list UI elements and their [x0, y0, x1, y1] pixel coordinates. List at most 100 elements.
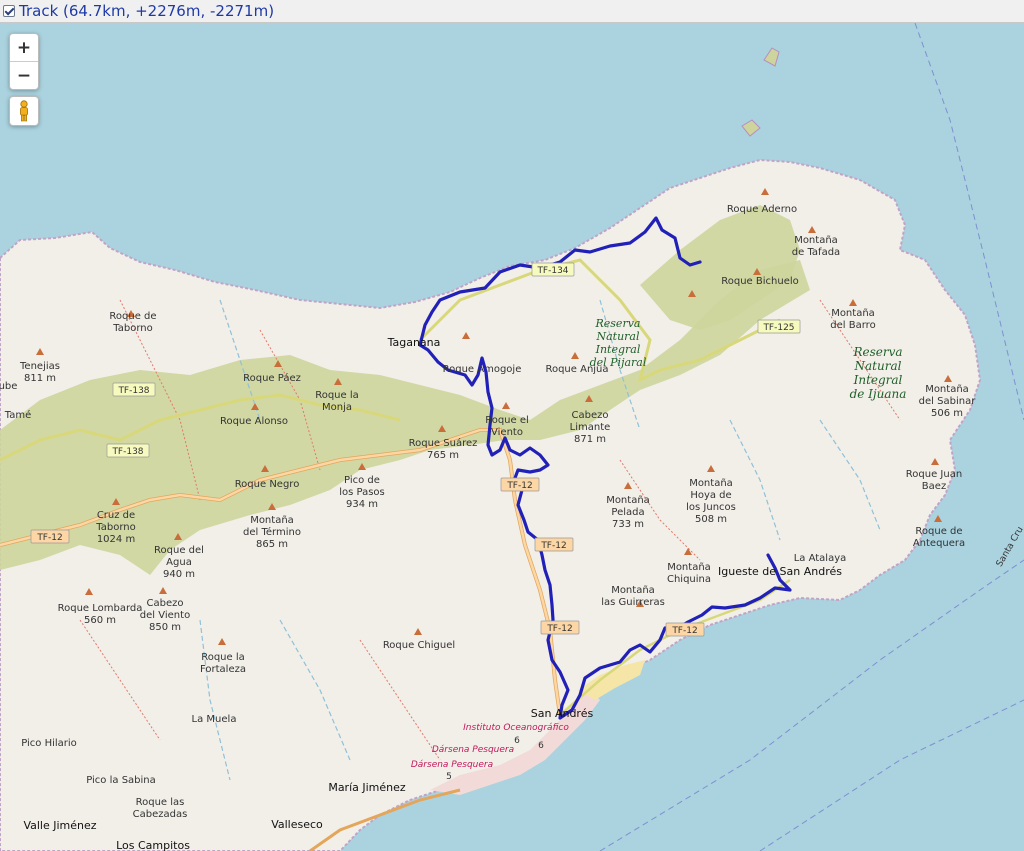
- shield-tf12-d: TF-12: [546, 624, 572, 634]
- label-roque-juan-baez-1: Roque Juan: [906, 469, 962, 480]
- shield-tf12-a: TF-12: [36, 533, 62, 543]
- label-roque-aderno: Roque Aderno: [727, 204, 797, 215]
- label-cruz-taborno-3: 1024 m: [97, 534, 135, 545]
- zoom-out-button[interactable]: −: [10, 61, 38, 89]
- label-montana-termino-2: del Término: [243, 526, 301, 538]
- label-montana-pelada-1: Montaña: [606, 495, 650, 506]
- label-roque-antequera-1: Roque de: [915, 526, 962, 537]
- label-montana-termino-3: 865 m: [256, 539, 288, 550]
- label-roque-viento-2: Viento: [491, 427, 523, 438]
- label-tenejias-1: Tenejias: [19, 361, 60, 372]
- label-la-muela: La Muela: [192, 714, 237, 725]
- label-montana-pelada-3: 733 m: [612, 519, 644, 530]
- label-roque-amogoje: Roque Amogoje: [443, 364, 522, 375]
- label-pico-hilario: Pico Hilario: [21, 738, 77, 749]
- shield-tf12-e: TF-12: [671, 626, 697, 636]
- label-pijaral-2: Natural: [595, 330, 640, 343]
- label-san-andres: San Andrés: [531, 707, 594, 720]
- label-tenejias-2: 811 m: [24, 373, 56, 384]
- shield-tf134: TF-134: [536, 266, 568, 276]
- label-roque-cabezadas-1: Roque las: [136, 797, 185, 808]
- label-montana-sabinar-3: 506 m: [931, 408, 963, 419]
- label-pico-sabina: Pico la Sabina: [86, 775, 156, 786]
- label-cruz-taborno-1: Cruz de: [97, 510, 135, 521]
- label-roque-fortaleza-1: Roque la: [201, 652, 245, 663]
- track-layer-bar: Track (64.7km, +2276m, -2271m): [0, 0, 1024, 23]
- label-montana-sabinar-1: Montaña: [925, 384, 969, 395]
- label-roque-monja-1: Roque la: [315, 390, 359, 401]
- label-roque-cabezadas-2: Cabezadas: [133, 809, 188, 820]
- label-roque-fortaleza-2: Fortaleza: [200, 664, 246, 675]
- zoom-control: + −: [9, 33, 39, 90]
- label-pijaral-4: del Pijaral: [590, 356, 647, 369]
- street-view-button[interactable]: [9, 96, 39, 126]
- label-la-atalaya: La Atalaya: [794, 553, 847, 564]
- label-roque-lombarda-1: Roque Lombarda: [58, 603, 143, 614]
- label-montana-tafada-1: Montaña: [794, 235, 838, 246]
- label-darsena-1: Dársena Pesquera: [432, 745, 514, 755]
- label-montana-barro-1: Montaña: [831, 308, 875, 319]
- label-cube: ube: [0, 381, 17, 392]
- label-roque-suarez-2: 765 m: [427, 450, 459, 461]
- label-roque-negro: Roque Negro: [235, 479, 300, 490]
- map-canvas: Roque Aderno Montaña de Tafada Roque Bic…: [0, 23, 1024, 851]
- label-valleseco: Valleseco: [271, 818, 323, 831]
- label-roque-alonso: Roque Alonso: [220, 416, 288, 427]
- label-maria-jimenez: María Jiménez: [328, 781, 406, 794]
- pegman-icon: [20, 100, 28, 122]
- label-montana-chiquina-1: Montaña: [667, 562, 711, 573]
- label-ijuana-3: Integral: [853, 373, 903, 387]
- label-pijaral-3: Integral: [595, 343, 641, 356]
- label-taganana: Taganana: [387, 336, 441, 349]
- label-cabezo-limante-3: 871 m: [574, 434, 606, 445]
- label-tame: Tamé: [4, 409, 31, 421]
- label-cruz-taborno-2: Taborno: [95, 522, 135, 533]
- label-montana-hoya-3: los Juncos: [686, 502, 736, 513]
- label-montana-pelada-2: Pelada: [611, 507, 644, 518]
- label-cabezo-limante-2: Limante: [570, 422, 611, 433]
- label-roque-agua-3: 940 m: [163, 569, 195, 580]
- shield-tf138-b: TF-138: [111, 447, 143, 457]
- label-port-6b: 6: [538, 741, 544, 751]
- label-port-6a: 6: [514, 736, 520, 746]
- label-montana-termino-1: Montaña: [250, 515, 294, 526]
- label-cabezo-viento-2: del Viento: [140, 610, 190, 621]
- zoom-in-button[interactable]: +: [10, 34, 38, 61]
- label-montana-guirreras-1: Montaña: [611, 585, 655, 596]
- label-igueste: Igueste de San Andrés: [718, 565, 842, 578]
- label-port-5: 5: [446, 772, 452, 782]
- label-cabezo-viento-1: Cabezo: [147, 598, 184, 609]
- track-title: Track (64.7km, +2276m, -2271m): [19, 2, 275, 20]
- label-roque-juan-baez-2: Baez: [922, 481, 946, 492]
- label-montana-guirreras-2: las Guirreras: [601, 597, 665, 608]
- label-roque-antequera-2: Antequera: [913, 538, 965, 549]
- label-pijaral-1: Reserva: [595, 317, 641, 330]
- label-roque-taborno-2: Taborno: [112, 323, 152, 334]
- label-roque-bichuelo: Roque Bichuelo: [721, 276, 799, 287]
- shield-tf12-c: TF-12: [540, 541, 566, 551]
- shield-tf125: TF-125: [762, 323, 794, 333]
- label-roque-lombarda-2: 560 m: [84, 615, 116, 626]
- label-roque-agua-2: Agua: [166, 557, 192, 568]
- label-pico-pasos-3: 934 m: [346, 499, 378, 510]
- label-roque-monja-2: Monja: [322, 402, 352, 413]
- label-ijuana-2: Natural: [854, 359, 902, 373]
- label-instituto: Instituto Oceanográfico: [463, 723, 569, 733]
- shield-tf138-a: TF-138: [117, 386, 149, 396]
- label-montana-tafada-2: de Tafada: [792, 247, 840, 258]
- label-pico-pasos-1: Pico de: [344, 475, 380, 486]
- label-cabezo-limante-1: Cabezo: [572, 410, 609, 421]
- label-montana-hoya-1: Montaña: [689, 478, 733, 489]
- map-view[interactable]: Roque Aderno Montaña de Tafada Roque Bic…: [0, 23, 1024, 851]
- label-roque-viento-1: Roque el: [485, 415, 529, 426]
- label-montana-chiquina-2: Chiquina: [667, 574, 711, 585]
- label-ijuana-1: Reserva: [852, 345, 902, 359]
- label-roque-agua-1: Roque del: [154, 545, 204, 556]
- label-montana-hoya-4: 508 m: [695, 514, 727, 525]
- label-roque-chiguel: Roque Chiguel: [383, 640, 455, 651]
- label-roque-suarez-1: Roque Suárez: [409, 437, 478, 449]
- label-darsena-2: Dársena Pesquera: [411, 760, 493, 770]
- label-ijuana-4: de Ijuana: [850, 387, 907, 401]
- label-montana-hoya-2: Hoya de: [690, 490, 731, 501]
- track-visibility-checkbox[interactable]: [3, 5, 15, 17]
